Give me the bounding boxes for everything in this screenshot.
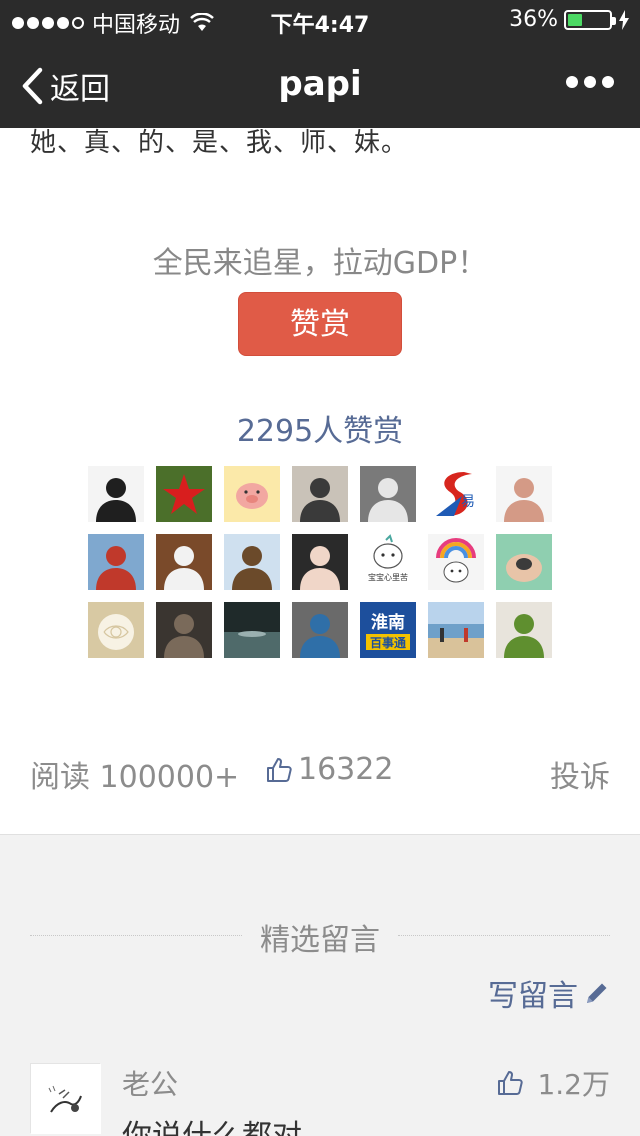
stats-row: 阅读 100000+ 16322 投诉 [30, 752, 610, 796]
comments-section: 精选留言 写留言 老公 你说什么都对 1.2万 [0, 834, 640, 1136]
huainan-sub-text: 百事通 [370, 635, 406, 650]
write-comment-label: 写留言 [488, 979, 578, 1014]
write-comment-button[interactable]: 写留言 [488, 971, 610, 1015]
avatar-horse-rider[interactable] [224, 534, 280, 590]
cartoon-caption-text: 宝宝心里苦 [368, 572, 408, 582]
ink-painting-icon [31, 1064, 101, 1134]
comment-like-count: 1.2万 [537, 1068, 610, 1101]
divider-line [398, 935, 610, 936]
avatar-water-night[interactable] [224, 602, 280, 658]
report-link[interactable]: 投诉 [550, 752, 610, 796]
avatar-beach[interactable] [428, 602, 484, 658]
status-bar: 中国移动 下午4:47 36% [0, 0, 640, 40]
reward-count[interactable]: 2295人赞赏 [0, 406, 640, 450]
back-label: 返回 [50, 72, 110, 107]
reward-count-suffix: 人赞赏 [313, 414, 404, 449]
reward-slogan: 全民来追星，拉动GDP！ [152, 246, 488, 281]
article-last-line: 她、真、的、是、我、师、妹。 [30, 128, 409, 158]
comment-item: 老公 你说什么都对 1.2万 [30, 1061, 610, 1136]
avatar-hands-turtle[interactable] [496, 534, 552, 590]
reward-count-number: 2295 [236, 414, 314, 449]
more-dot [584, 76, 596, 88]
battery-tip [612, 16, 616, 25]
read-count: 阅读 100000+ [30, 760, 240, 795]
avatar-huainan-logo[interactable]: 淮南 百事通 [360, 602, 416, 658]
thumb-up-icon [267, 757, 292, 782]
avatar-dark-animal[interactable] [156, 602, 212, 658]
battery-fill [568, 13, 583, 26]
avatar-office-man[interactable] [292, 466, 348, 522]
avatar-cartoon-cat[interactable]: 宝宝心里苦 [360, 534, 416, 590]
battery-percent: 36% [509, 7, 558, 32]
avatar-group-room[interactable] [292, 602, 348, 658]
avatar-white-rose[interactable] [88, 602, 144, 658]
chevron-left-icon [22, 67, 43, 105]
comment-text: 你说什么都对 [122, 1111, 302, 1136]
comment-like-button[interactable]: 1.2万 [497, 1063, 610, 1103]
avatar-pink-pig[interactable] [224, 466, 280, 522]
pencil-icon [587, 983, 607, 1003]
comments-divider: 精选留言 [30, 915, 610, 958]
yi-logo-text: 易 [461, 494, 475, 510]
avatar-cards[interactable] [156, 534, 212, 590]
reward-button[interactable]: 赞赏 [238, 292, 402, 356]
huainan-title-text: 淮南 [371, 612, 405, 633]
back-button[interactable]: 返回 [20, 64, 110, 108]
navigation-bar: 返回 papi [0, 40, 640, 128]
commenter-name: 老公 [122, 1068, 179, 1101]
thumb-up-icon [498, 1071, 524, 1095]
avatar-bw-woman[interactable] [360, 466, 416, 522]
avatar-woman-dark[interactable] [292, 534, 348, 590]
battery-icon [564, 9, 616, 30]
avatar-woman-white[interactable] [496, 466, 552, 522]
avatar-red-star[interactable] [156, 466, 212, 522]
comments-title: 精选留言 [260, 923, 380, 958]
avatar-sea-person[interactable] [88, 534, 144, 590]
avatar-yi-logo[interactable]: 易 [428, 466, 484, 522]
commenter-avatar[interactable] [30, 1063, 101, 1134]
avatar-man-green[interactable] [496, 602, 552, 658]
status-right: 36% [509, 7, 630, 32]
more-dot [602, 76, 614, 88]
more-dot [566, 76, 578, 88]
avatar-glasses-man[interactable] [88, 466, 144, 522]
reward-avatar-grid: 易宝宝心里苦淮南百事通 [88, 466, 552, 658]
like-button[interactable]: 16322 [266, 752, 393, 787]
like-count: 16322 [298, 752, 394, 787]
more-options-button[interactable] [566, 76, 614, 88]
charging-bolt-icon [619, 9, 629, 30]
avatar-rainbow-cat[interactable] [428, 534, 484, 590]
